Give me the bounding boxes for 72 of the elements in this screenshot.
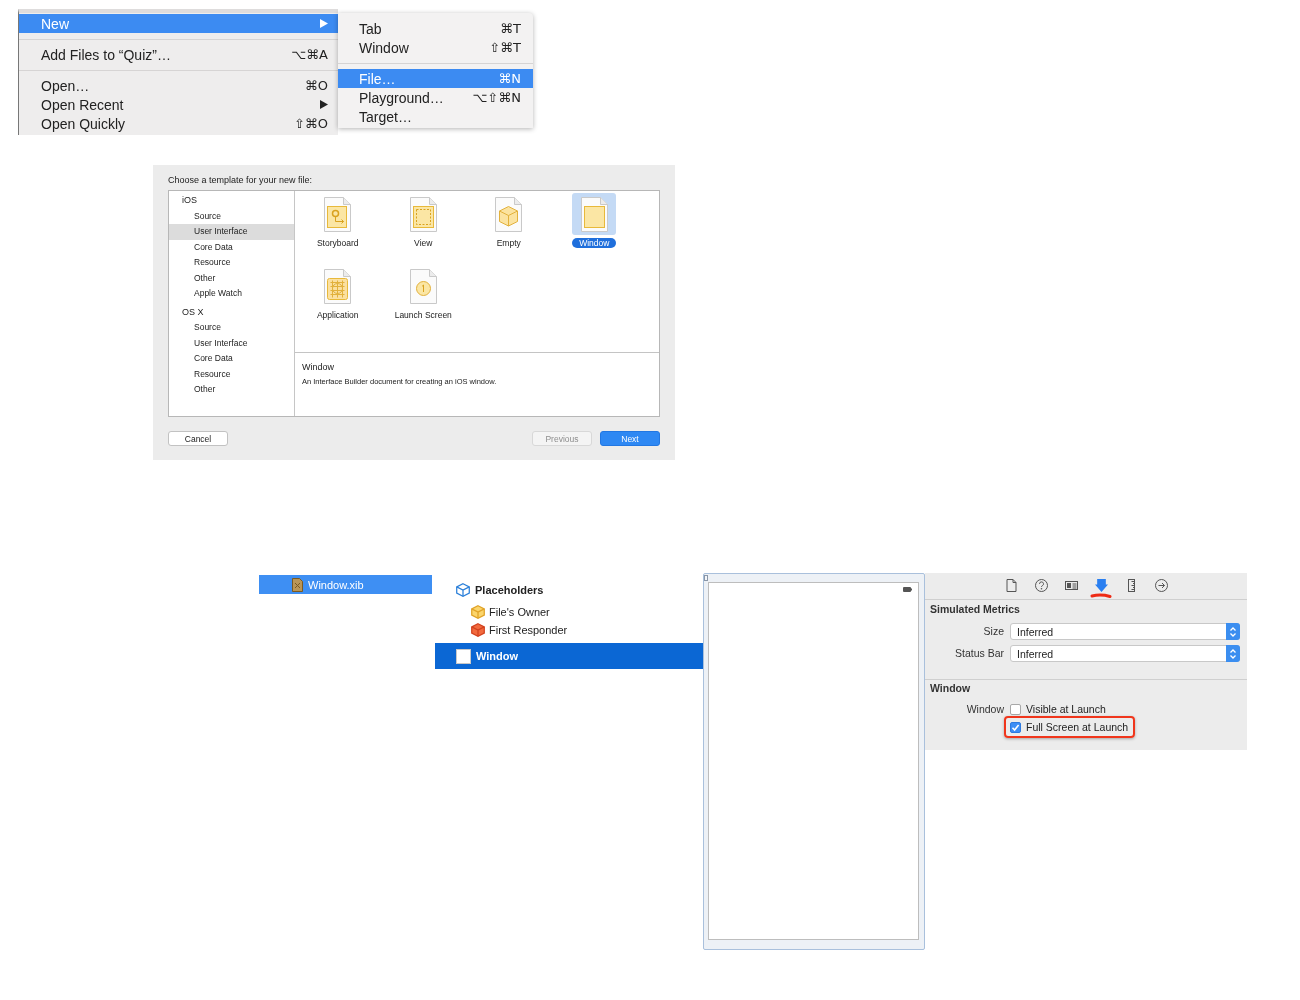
square-icon: [456, 648, 471, 664]
dialog-prompt: Choose a template for your new file:: [168, 174, 314, 186]
checkbox[interactable]: [1010, 703, 1021, 715]
id-card-icon: [1064, 579, 1078, 592]
category-item[interactable]: Core Data: [169, 239, 294, 255]
shortcut-label: ⇧⌘O: [293, 116, 328, 131]
shortcut-label: ⌘N: [498, 71, 521, 86]
template-item[interactable]: Launch Screen: [387, 265, 459, 320]
battery-icon: [903, 587, 912, 592]
category-item[interactable]: User Interface: [169, 224, 294, 240]
view-icon: [409, 196, 437, 232]
outline-item[interactable]: File's Owner: [435, 603, 703, 621]
down-arrow-icon: [1094, 579, 1108, 592]
document-icon: [292, 577, 303, 592]
category-item[interactable]: Other: [169, 382, 294, 398]
shortcut-label: ⌘O: [304, 78, 328, 93]
category-item[interactable]: Apple Watch: [169, 286, 294, 302]
template-item[interactable]: Application: [309, 265, 366, 320]
arrow-circle-icon: [1154, 579, 1168, 592]
popup-button[interactable]: Inferred: [1010, 645, 1240, 662]
category-item[interactable]: Resource: [169, 255, 294, 271]
menu-item[interactable]: Window ⇧⌘T: [338, 38, 533, 57]
menu-item[interactable]: Tab ⌘T: [338, 19, 533, 38]
cube-icon: [471, 623, 485, 637]
document-icon: [1004, 579, 1018, 592]
checkbox[interactable]: [1010, 721, 1021, 733]
section-heading: Window: [930, 681, 972, 696]
cancel-button[interactable]: Cancel: [168, 431, 228, 446]
category-item[interactable]: Other: [169, 270, 294, 286]
category-item[interactable]: Source: [169, 320, 294, 336]
category-group-item[interactable]: OS X: [169, 304, 294, 320]
category-item[interactable]: Core Data: [169, 351, 294, 367]
field-label: Status Bar: [953, 646, 1004, 661]
template-item[interactable]: View: [401, 193, 446, 248]
description-title: Window: [302, 361, 335, 373]
cube-icon: [471, 605, 485, 619]
menu-item[interactable]: Open Quickly ⇧⌘O: [19, 114, 338, 133]
file-name: Window.xib: [308, 578, 364, 591]
help-icon: [1034, 579, 1048, 592]
shortcut-label: ⇧⌘T: [489, 40, 521, 55]
category-group-item[interactable]: iOS: [169, 193, 294, 209]
shortcut-label: ⌥⇧⌘N: [472, 90, 521, 105]
launch-screen-icon: [409, 268, 437, 304]
menu-item[interactable]: Playground… ⌥⇧⌘N: [338, 88, 533, 107]
menu-item[interactable]: Add Files to “Quiz”… ⌥⌘A: [19, 45, 338, 64]
popup-button[interactable]: Inferred: [1010, 623, 1240, 640]
checkbox-label: Visible at Launch: [1026, 703, 1106, 715]
template-item[interactable]: Storyboard: [309, 193, 366, 248]
section-heading: Simulated Metrics: [930, 602, 1021, 617]
cube-document-icon: [495, 196, 523, 232]
checkbox-label: Full Screen at Launch: [1026, 721, 1129, 733]
menu-item[interactable]: Target…: [338, 107, 533, 126]
category-item[interactable]: User Interface: [169, 335, 294, 351]
outline-item[interactable]: Window: [435, 643, 703, 669]
cube-icon: [456, 583, 470, 597]
stepper-icon: [1226, 645, 1240, 662]
stepper-icon: [1226, 623, 1240, 640]
shortcut-label: ⌘T: [500, 21, 521, 36]
outline-item[interactable]: First Responder: [435, 621, 703, 639]
next-button[interactable]: Next: [600, 431, 660, 446]
outline-item[interactable]: Placeholders: [435, 580, 703, 600]
storyboard-icon: [324, 196, 352, 232]
field-label: Window: [965, 702, 1004, 717]
window-icon: [580, 196, 608, 232]
grid-document-icon: [324, 268, 352, 304]
menu-item[interactable]: Open… ⌘O: [19, 76, 338, 95]
template-item[interactable]: Empty: [486, 193, 531, 248]
menu-item[interactable]: Open Recent: [19, 95, 338, 114]
category-item[interactable]: Source: [169, 208, 294, 224]
field-label: Size: [982, 624, 1004, 639]
category-item[interactable]: Resource: [169, 366, 294, 382]
shortcut-label: ⌥⌘A: [291, 47, 328, 62]
